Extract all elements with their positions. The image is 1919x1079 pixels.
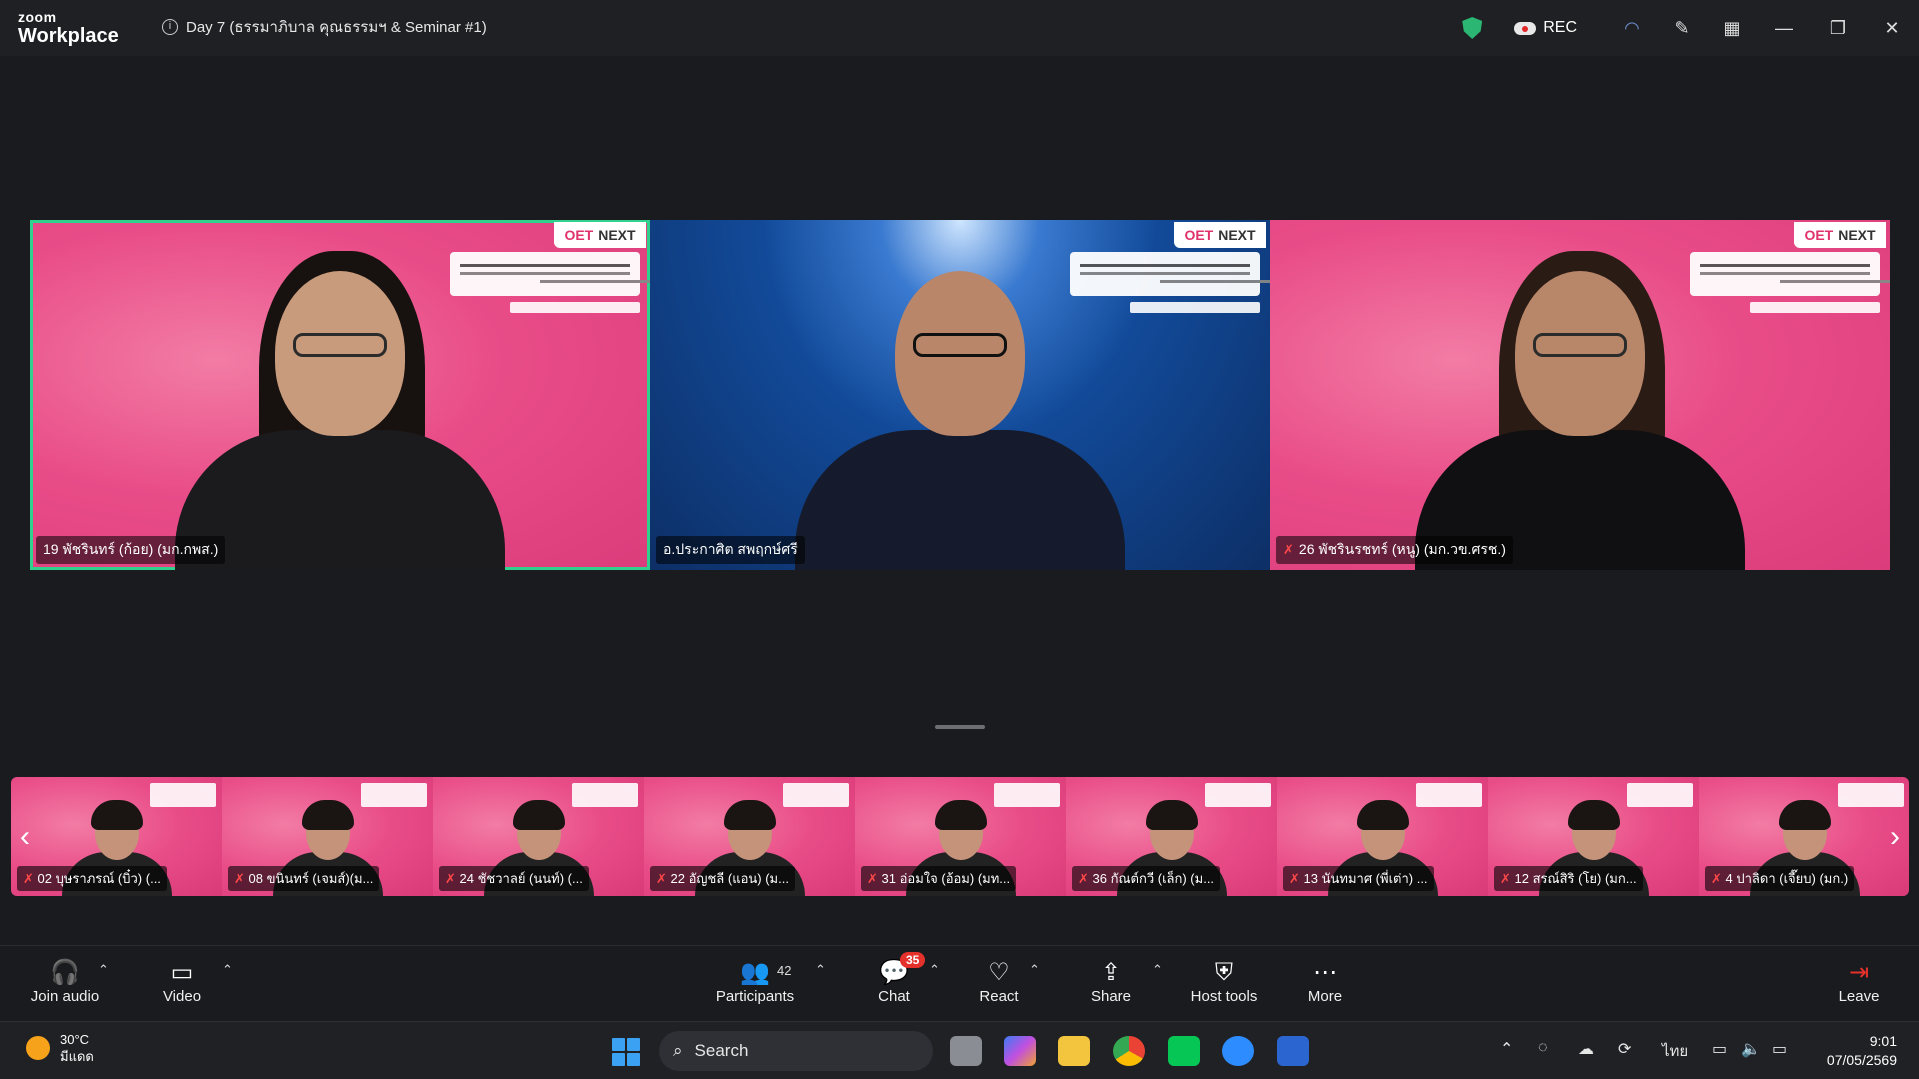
resize-handle[interactable] (935, 725, 985, 729)
thumbnail-tile[interactable]: ✗ 13 นันทมาศ (พี่เต่า) ... (1277, 777, 1488, 896)
slide-strip (510, 302, 640, 313)
participants-count: 42 (777, 963, 792, 978)
meeting-info[interactable]: i Day 7 (ธรรมาภิบาล คุณธรรมฯ & Seminar #… (162, 15, 487, 39)
info-icon[interactable]: i (162, 19, 178, 35)
view-grid-icon[interactable]: ▦ (1707, 8, 1757, 48)
close-button[interactable]: ✕ (1865, 8, 1919, 48)
slide-strip (1750, 302, 1880, 313)
task-view-icon[interactable] (950, 1036, 982, 1066)
weather-widget[interactable]: 30°C มีแดด (26, 1031, 94, 1065)
exit-door-icon: ⇥ (1848, 959, 1870, 986)
meeting-title: Day 7 (ธรรมาภิบาล คุณธรรมฯ & Seminar #1) (186, 19, 487, 36)
show-hidden-icons-chevron-icon[interactable]: ⌃ (1500, 1039, 1513, 1059)
share-caret-icon[interactable]: ⌃ (1152, 962, 1163, 978)
participant-name-label: ✗ 4 ปาลิดา (เจี๊ยบ) (มก.) (1705, 866, 1855, 891)
line-app-icon[interactable] (1168, 1036, 1200, 1066)
word-app-icon[interactable] (1277, 1036, 1309, 1066)
participant-name-label: ✗ 26 พัชรินรชทร์ (หนู) (มก.วข.ศรช.) (1276, 536, 1513, 564)
search-icon: ⌕ (673, 1041, 683, 1060)
react-caret-icon[interactable]: ⌃ (1029, 962, 1040, 978)
tray-app-icon[interactable]: ◌ (1538, 1039, 1548, 1057)
thumbnail-tile[interactable]: ✗ 22 อัญชลี (แอน) (ม... (644, 777, 855, 896)
active-speaker-row: OET NEXT 19 พัชรินทร์ (ก้อย) (มก.กพส.) OE… (30, 220, 1890, 570)
slide-strip (1130, 302, 1260, 313)
network-icon[interactable]: ▭ (1712, 1039, 1727, 1059)
share-button[interactable]: ⇪ Share (1068, 958, 1154, 1005)
chat-button[interactable]: 💬 Chat 35 (851, 952, 937, 1005)
participant-name-label: ✗ 36 กัณต์กวี (เล็ก) (ม... (1072, 866, 1221, 891)
slide-brand-logo: OET NEXT (554, 222, 646, 248)
participants-caret-icon[interactable]: ⌃ (815, 962, 826, 978)
join-audio-button[interactable]: 🎧 Join audio (22, 958, 108, 1005)
participant-name-label: ✗ 13 นันทมาศ (พี่เต่า) ... (1283, 866, 1434, 891)
sun-icon (26, 1036, 50, 1060)
video-tile[interactable]: OET NEXT อ.ประกาศิต สพฤกษ์ศรี (650, 220, 1270, 570)
meeting-controls: 🎧 Join audio ⌃ ▭ Video ⌃ 👥 Participants … (0, 945, 1919, 1021)
video-tile[interactable]: OET NEXT ✗ 26 พัชรินรชทร์ (หนู) (มก.วข.ศรช… (1270, 220, 1890, 570)
sync-icon[interactable]: ⟳ (1618, 1039, 1631, 1059)
thumbnail-tile[interactable]: ✗ 12 สรณ์สิริ (โย) (มก... (1488, 777, 1699, 896)
os-taskbar: 30°C มีแดด ⌕ Search ⌃ ◌ ☁ ⟳ ไทย ▭ 🔈 ▭ 9:… (0, 1021, 1919, 1079)
leave-button[interactable]: ⇥ Leave (1816, 958, 1902, 1005)
video-button[interactable]: ▭ Video (139, 958, 225, 1005)
video-camera-icon: ▭ (170, 959, 194, 986)
battery-icon[interactable]: ▭ (1772, 1039, 1787, 1059)
zoom-logo: zoom Workplace (18, 9, 119, 47)
chrome-icon[interactable] (1113, 1036, 1145, 1066)
next-page-arrow-icon[interactable]: › (1881, 777, 1909, 896)
ai-companion-icon[interactable]: ◠ (1607, 8, 1657, 48)
thumbnail-tile[interactable]: ✗ 24 ชัชวาลย์ (นนท์) (... (433, 777, 644, 896)
cloud-record-icon (1514, 21, 1537, 35)
host-tools-button[interactable]: ⛨ Host tools (1180, 958, 1268, 1005)
participant-video (175, 251, 505, 570)
shield-icon: ⛨ (1215, 959, 1233, 986)
onedrive-cloud-icon[interactable]: ☁ (1578, 1039, 1594, 1059)
prev-page-arrow-icon[interactable]: ‹ (11, 777, 39, 896)
participant-thumbnail-strip: ✗ 02 บุษราภรณ์ (บิ๋ว) (... ✗ 08 ขนินทร์ … (11, 777, 1909, 896)
chat-unread-badge: 35 (900, 952, 926, 968)
restore-button[interactable]: ❐ (1811, 8, 1865, 48)
file-explorer-icon[interactable] (1058, 1036, 1090, 1066)
headphones-icon: 🎧 (50, 959, 80, 986)
chat-caret-icon[interactable]: ⌃ (929, 962, 940, 978)
participant-name-label: ✗ 31 อ่อมใจ (อ้อม) (มท... (861, 866, 1017, 891)
slide-brand-logo: OET NEXT (1794, 222, 1886, 248)
participant-name-label: ✗ 12 สรณ์สิริ (โย) (มก... (1494, 866, 1643, 891)
volume-icon[interactable]: 🔈 (1741, 1039, 1761, 1059)
system-clock[interactable]: 9:01 07/05/2569 (1827, 1032, 1897, 1070)
participant-name-label: อ.ประกาศิต สพฤกษ์ศรี (656, 536, 805, 564)
participant-name-label: ✗ 22 อัญชลี (แอน) (ม... (650, 866, 795, 891)
annotate-pencil-icon[interactable]: ✎ (1657, 8, 1707, 48)
taskbar-search-input[interactable]: ⌕ Search (659, 1031, 933, 1071)
participant-name-label: 19 พัชรินทร์ (ก้อย) (มก.กพส.) (36, 536, 226, 564)
more-dots-icon: ⋯ (1313, 959, 1337, 986)
recording-indicator[interactable]: REC (1514, 19, 1577, 37)
thumbnail-tile[interactable]: ✗ 4 ปาลิดา (เจี๊ยบ) (มก.) (1699, 777, 1909, 896)
participant-name-label: ✗ 08 ขนินทร์ (เจมส์)(ม... (228, 866, 380, 891)
thumbnail-tile[interactable]: ✗ 02 บุษราภรณ์ (บิ๋ว) (... (11, 777, 222, 896)
thumbnail-tile[interactable]: ✗ 08 ขนินทร์ (เจมส์)(ม... (222, 777, 433, 896)
video-options-caret-icon[interactable]: ⌃ (222, 962, 233, 978)
copilot-icon[interactable] (1004, 1036, 1036, 1066)
participant-name-label: ✗ 24 ชัชวาลย์ (นนท์) (... (439, 866, 589, 891)
participant-name-label: ✗ 02 บุษราภรณ์ (บิ๋ว) (... (17, 866, 167, 891)
participant-video (1415, 251, 1745, 570)
input-language-indicator[interactable]: ไทย (1662, 1039, 1688, 1063)
security-shield-icon[interactable] (1462, 17, 1483, 39)
share-screen-icon: ⇪ (1100, 959, 1122, 986)
thumbnail-tile[interactable]: ✗ 31 อ่อมใจ (อ้อม) (มท... (855, 777, 1066, 896)
thumbnail-tile[interactable]: ✗ 36 กัณต์กวี (เล็ก) (ม... (1066, 777, 1277, 896)
audio-options-caret-icon[interactable]: ⌃ (98, 962, 109, 978)
windows-start-icon[interactable] (612, 1038, 640, 1066)
mic-muted-icon: ✗ (1283, 542, 1294, 557)
title-bar: zoom Workplace i Day 7 (ธรรมาภิบาล คุณธร… (0, 0, 1919, 56)
more-button[interactable]: ⋯ More (1282, 958, 1368, 1005)
slide-brand-logo: OET NEXT (1174, 222, 1266, 248)
video-tile[interactable]: OET NEXT 19 พัชรินทร์ (ก้อย) (มก.กพส.) (30, 220, 650, 570)
participant-video (795, 271, 1125, 570)
zoom-app-icon[interactable] (1222, 1036, 1254, 1066)
minimize-button[interactable]: — (1757, 8, 1811, 48)
